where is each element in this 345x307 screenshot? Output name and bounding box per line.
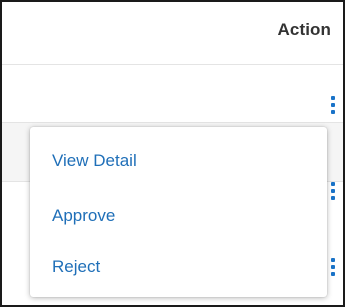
more-vertical-icon[interactable] [328, 180, 338, 204]
more-vertical-icon[interactable] [328, 94, 338, 118]
menu-item-view-detail[interactable]: View Detail [52, 151, 137, 171]
more-vertical-icon[interactable] [328, 256, 338, 280]
action-table: Action View Detail Approve Reject [0, 0, 345, 307]
table-row [2, 65, 343, 123]
action-dropdown-menu: View Detail Approve Reject [30, 127, 327, 297]
menu-item-reject[interactable]: Reject [52, 257, 100, 277]
menu-item-approve[interactable]: Approve [52, 206, 115, 226]
table-header: Action [2, 2, 343, 65]
action-column-header: Action [277, 20, 331, 39]
